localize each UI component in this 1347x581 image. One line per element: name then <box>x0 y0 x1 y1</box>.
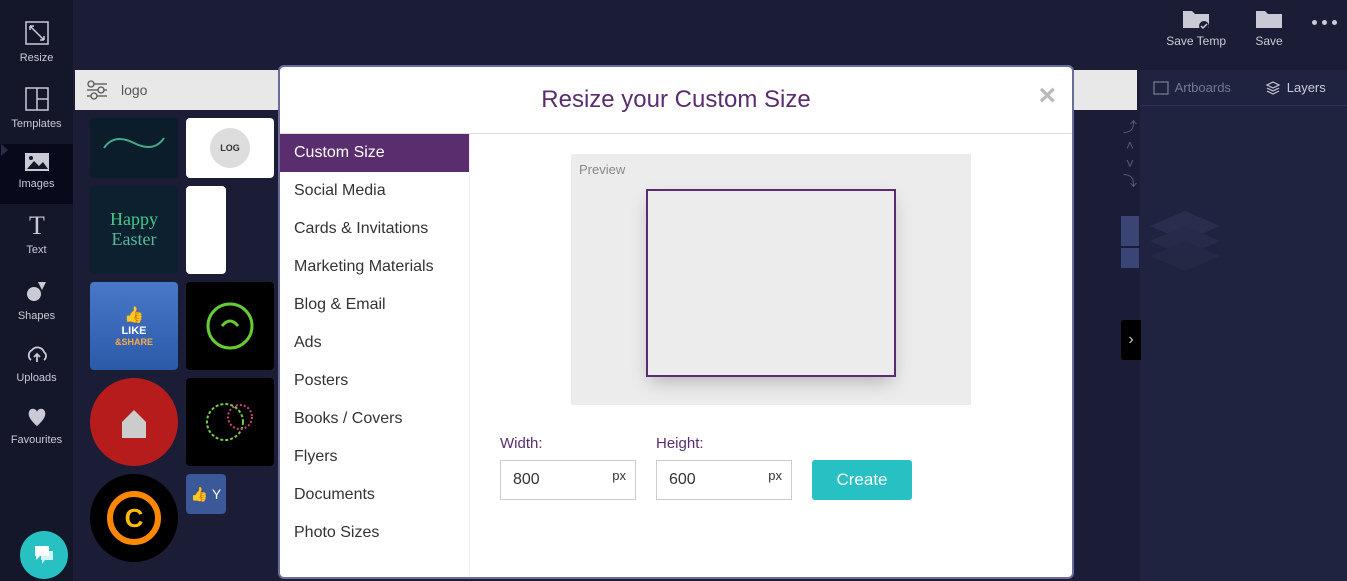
sidebar-label-templates: Templates <box>11 118 61 130</box>
width-unit: px <box>612 468 626 483</box>
category-ads[interactable]: Ads <box>280 324 469 362</box>
category-cards[interactable]: Cards & Invitations <box>280 210 469 248</box>
layers-empty-icon <box>1140 206 1230 276</box>
arrow-bottom[interactable]: ⤵ <box>1121 172 1139 190</box>
preview-label: Preview <box>579 162 963 177</box>
resize-modal: Resize your Custom Size × Custom Size So… <box>278 65 1074 579</box>
chat-icon <box>31 542 57 568</box>
tab-artboards[interactable]: Artboards <box>1140 70 1244 105</box>
sidebar-item-favourites[interactable]: Favourites <box>0 398 73 460</box>
svg-text:C: C <box>125 503 144 533</box>
category-marketing[interactable]: Marketing Materials <box>280 248 469 286</box>
template-thumb[interactable] <box>90 118 178 178</box>
category-custom-size[interactable]: Custom Size <box>280 134 469 172</box>
modal-header: Resize your Custom Size × <box>280 67 1072 134</box>
filter-icon[interactable] <box>85 78 109 102</box>
close-icon[interactable]: × <box>1038 81 1056 111</box>
layer-order-arrows: ⤴ ˄ ˅ ⤵ <box>1121 118 1139 268</box>
save-temp-button[interactable]: Save Temp <box>1166 6 1226 48</box>
create-button[interactable]: Create <box>812 460 912 500</box>
heart-icon <box>25 406 49 428</box>
svg-text:T: T <box>29 212 45 238</box>
sidebar-label-resize: Resize <box>20 52 54 64</box>
template-thumb[interactable] <box>90 378 178 466</box>
template-thumb[interactable]: LOG <box>186 118 274 178</box>
shapes-icon <box>24 278 50 304</box>
sidebar-label-text: Text <box>26 244 46 256</box>
more-menu-button[interactable] <box>1312 6 1337 25</box>
template-thumb[interactable]: 👍 Y <box>186 474 226 514</box>
expand-panel-button[interactable]: › <box>1121 320 1141 360</box>
layers-icon <box>1265 80 1281 96</box>
left-sidebar: Resize Templates Images T Text Shapes Up… <box>0 0 73 581</box>
sidebar-label-shapes: Shapes <box>18 310 55 322</box>
sidebar-item-shapes[interactable]: Shapes <box>0 270 73 336</box>
arrow-up[interactable]: ˄ <box>1121 136 1139 154</box>
text-icon: T <box>24 212 50 238</box>
category-posters[interactable]: Posters <box>280 362 469 400</box>
modal-content: Preview Width: px Height: px <box>470 134 1072 577</box>
sidebar-item-resize[interactable]: Resize <box>0 12 73 78</box>
artboards-label: Artboards <box>1175 80 1231 95</box>
uploads-icon <box>24 344 50 366</box>
save-temp-label: Save Temp <box>1166 34 1226 48</box>
save-button[interactable]: Save <box>1254 6 1284 48</box>
top-right-toolbar: Save Temp Save <box>1166 6 1337 48</box>
width-label: Width: <box>500 435 636 452</box>
template-thumb[interactable] <box>186 282 274 370</box>
category-flyers[interactable]: Flyers <box>280 438 469 476</box>
layer-strip[interactable] <box>1121 248 1139 268</box>
images-icon <box>24 152 50 172</box>
right-panel: Artboards Layers <box>1140 70 1347 581</box>
template-thumb[interactable] <box>186 378 274 466</box>
arrow-top[interactable]: ⤴ <box>1121 118 1139 136</box>
preview-box: Preview <box>571 154 971 405</box>
sidebar-label-images: Images <box>18 178 54 190</box>
template-thumb[interactable]: 👍LIKE&SHARE <box>90 282 178 370</box>
category-social-media[interactable]: Social Media <box>280 172 469 210</box>
folder-check-icon <box>1181 6 1211 30</box>
template-thumb[interactable] <box>186 186 226 274</box>
height-unit: px <box>768 468 782 483</box>
layers-label: Layers <box>1287 80 1326 95</box>
template-thumb[interactable]: HappyEaster <box>90 186 178 274</box>
chat-button[interactable] <box>20 531 68 579</box>
sidebar-item-templates[interactable]: Templates <box>0 78 73 144</box>
sidebar-label-favourites: Favourites <box>11 434 62 446</box>
sidebar-item-uploads[interactable]: Uploads <box>0 336 73 398</box>
height-label: Height: <box>656 435 792 452</box>
sidebar-item-images[interactable]: Images <box>0 144 73 204</box>
category-photo-sizes[interactable]: Photo Sizes <box>280 514 469 552</box>
template-thumb[interactable]: C <box>90 474 178 562</box>
tab-layers[interactable]: Layers <box>1244 70 1347 105</box>
resize-icon <box>24 20 50 46</box>
modal-title: Resize your Custom Size <box>541 86 810 114</box>
preview-rect <box>646 189 896 377</box>
dimensions-row: Width: px Height: px Create <box>500 435 1042 500</box>
category-books[interactable]: Books / Covers <box>280 400 469 438</box>
sidebar-label-uploads: Uploads <box>16 372 56 384</box>
category-blog-email[interactable]: Blog & Email <box>280 286 469 324</box>
layer-strip[interactable] <box>1121 216 1139 246</box>
templates-grid: LOG HappyEaster 👍LIKE&SHARE C 👍 Y <box>90 118 290 562</box>
category-documents[interactable]: Documents <box>280 476 469 514</box>
folder-icon <box>1254 6 1284 30</box>
sidebar-item-text[interactable]: T Text <box>0 204 73 270</box>
templates-icon <box>24 86 50 112</box>
arrow-down[interactable]: ˅ <box>1121 154 1139 172</box>
modal-category-list[interactable]: Custom Size Social Media Cards & Invitat… <box>280 134 470 577</box>
artboards-icon <box>1153 81 1169 95</box>
save-label: Save <box>1255 34 1282 48</box>
